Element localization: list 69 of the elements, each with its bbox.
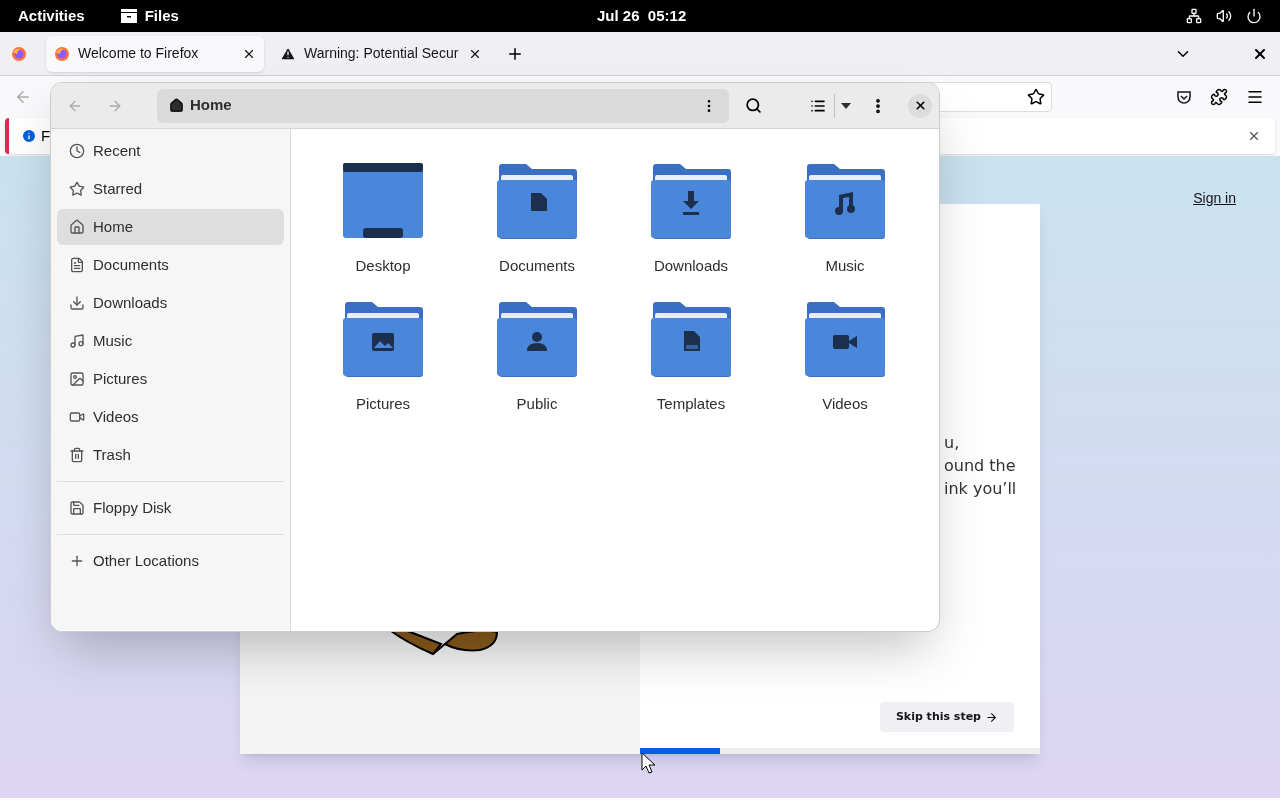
sidebar-item[interactable]: Music	[57, 323, 284, 359]
search-icon[interactable]	[745, 97, 762, 114]
folder-item[interactable]: Pictures	[306, 301, 460, 421]
sidebar-item[interactable]: Trash	[57, 437, 284, 473]
sign-in-link[interactable]: Sign in	[1193, 188, 1236, 209]
plus-icon	[69, 553, 85, 569]
clock[interactable]: Jul 26 05:12	[597, 4, 687, 28]
sidebar-item[interactable]: Home	[57, 209, 284, 245]
app-menu[interactable]: Files	[120, 4, 179, 28]
pocket-icon[interactable]	[1176, 89, 1192, 105]
sidebar-item[interactable]: Videos	[57, 399, 284, 435]
folder-icon	[805, 163, 885, 239]
path-bar[interactable]: Home	[157, 88, 729, 123]
star-icon	[69, 181, 85, 197]
video-camera-icon	[69, 409, 85, 425]
path-label: Home	[190, 95, 232, 116]
folder-item[interactable]: Desktop	[306, 163, 460, 283]
sidebar-item[interactable]: Recent	[57, 133, 284, 169]
close-icon[interactable]	[1247, 129, 1261, 143]
home-icon	[169, 98, 184, 113]
network-icon[interactable]	[1186, 8, 1202, 24]
download-icon	[69, 295, 85, 311]
firefox-logo-icon	[54, 45, 70, 62]
body-text: u,	[944, 432, 961, 454]
folder-icon	[651, 301, 731, 377]
folder-item[interactable]: Music	[768, 163, 922, 283]
music-note-icon	[69, 333, 85, 349]
sidebar-item[interactable]: Starred	[57, 171, 284, 207]
puzzle-icon[interactable]	[1210, 88, 1228, 106]
folder-icon	[343, 301, 423, 377]
skip-button[interactable]: Skip this step	[879, 702, 1014, 732]
sidebar-item[interactable]: Floppy Disk	[57, 490, 284, 526]
body-text: ound the	[944, 455, 1017, 477]
trash-icon	[69, 447, 85, 463]
warning-icon	[280, 45, 296, 62]
image-icon	[69, 371, 85, 387]
volume-icon[interactable]	[1216, 8, 1232, 24]
body-text: ink you’ll	[944, 478, 1018, 500]
folder-item[interactable]: Templates	[614, 301, 768, 421]
dropdown-icon[interactable]	[841, 102, 851, 109]
browser-tab[interactable]: Welcome to Firefox	[46, 35, 264, 72]
notification-text: F	[41, 125, 51, 146]
folder-item[interactable]: Public	[460, 301, 614, 421]
home-icon	[69, 219, 85, 235]
firefox-logo-icon	[11, 45, 27, 62]
arrow-right-icon	[985, 710, 998, 724]
clock-icon	[69, 143, 85, 159]
folder-icon	[497, 301, 577, 377]
folder-item[interactable]: Documents	[460, 163, 614, 283]
close-button[interactable]	[908, 93, 932, 118]
power-icon[interactable]	[1246, 8, 1262, 24]
sidebar-item[interactable]: Downloads	[57, 285, 284, 321]
browser-tab[interactable]: Warning: Potential Secur	[272, 35, 490, 72]
folder-item[interactable]: Downloads	[614, 163, 768, 283]
file-cabinet-icon	[120, 9, 137, 23]
sidebar-item[interactable]: Pictures	[57, 361, 284, 397]
folder-icon	[651, 163, 731, 239]
folder-item[interactable]: Videos	[768, 301, 922, 421]
menu-icon[interactable]	[1246, 88, 1264, 106]
info-icon	[21, 128, 37, 144]
activities-button[interactable]: Activities	[18, 4, 85, 28]
sidebar-item[interactable]: Documents	[57, 247, 284, 283]
close-icon	[913, 99, 927, 112]
folder-icon	[805, 301, 885, 377]
folder-icon	[497, 163, 577, 239]
bookmark-star-icon[interactable]	[1027, 88, 1045, 106]
desktop-folder-icon	[343, 163, 423, 239]
other-locations-item[interactable]: Other Locations	[57, 543, 284, 579]
document-icon	[69, 257, 85, 273]
